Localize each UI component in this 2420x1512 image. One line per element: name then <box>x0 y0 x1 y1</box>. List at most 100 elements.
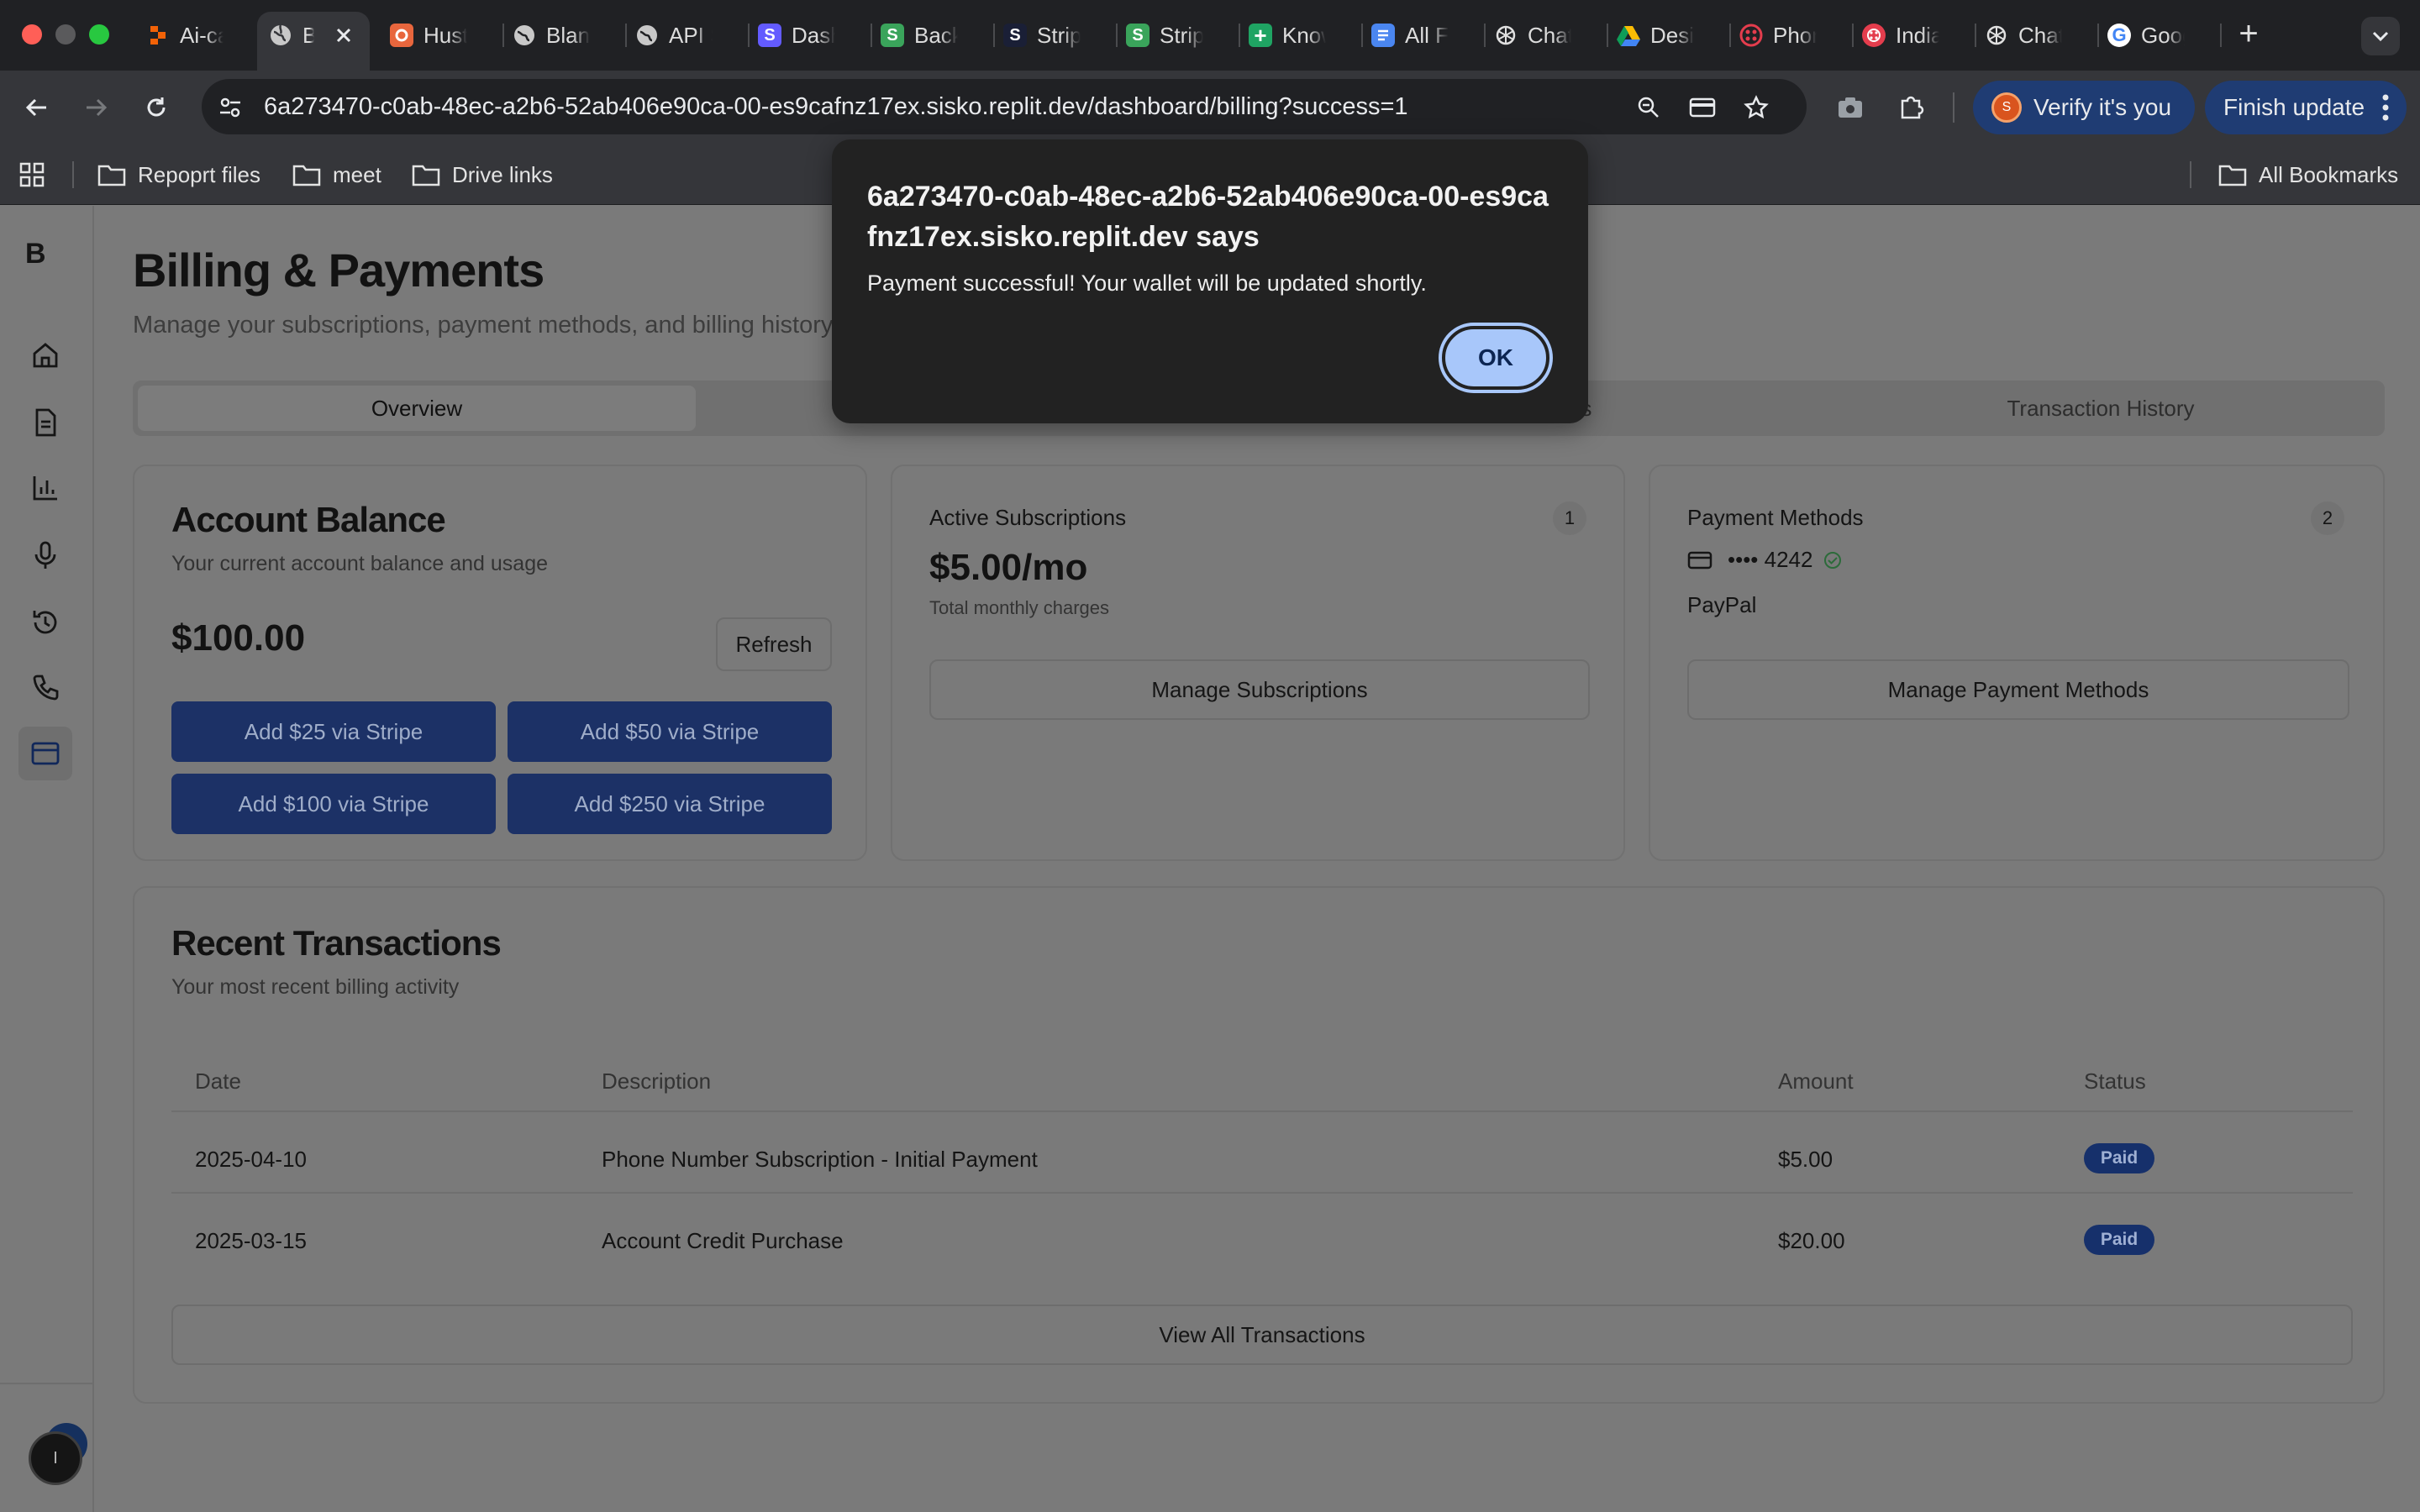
recent-transactions-subtitle: Your most recent billing activity <box>171 975 460 999</box>
tab-label: All F <box>1405 22 1449 48</box>
payment-methods-card: Payment Methods 2 •••• 4242 PayPal Manag… <box>1649 465 2385 861</box>
view-all-transactions-button[interactable]: View All Transactions <box>171 1305 2353 1365</box>
back-arrow-icon <box>25 98 46 117</box>
subscriptions-count-badge: 1 <box>1553 501 1586 535</box>
browser-tab[interactable]: All F <box>1360 12 1486 59</box>
ok-button[interactable]: OK <box>1439 323 1553 393</box>
manage-subscriptions-button[interactable]: Manage Subscriptions <box>929 659 1590 720</box>
drive-icon <box>1617 24 1640 47</box>
reload-button[interactable] <box>138 89 175 126</box>
monthly-amount: $5.00/mo <box>929 547 1088 588</box>
column-header-status: Status <box>2084 1068 2146 1094</box>
url-text[interactable]: 6a273470-c0ab-48ec-a2b6-52ab406e90ca-00-… <box>264 93 1408 121</box>
extensions-button[interactable] <box>1892 89 1929 126</box>
bookmark-folder[interactable]: Drive links <box>412 160 553 190</box>
manage-payment-methods-button[interactable]: Manage Payment Methods <box>1687 659 2349 720</box>
browser-tab[interactable]: Blanc <box>501 12 627 59</box>
tab-label: Goog <box>2141 22 2185 48</box>
bookmark-folder[interactable]: meet <box>292 160 381 190</box>
home-icon <box>33 343 58 368</box>
row-description: Phone Number Subscription - Initial Paym… <box>602 1147 1038 1172</box>
user-avatar[interactable]: I <box>29 1423 87 1485</box>
browser-tab[interactable]: S Dash <box>746 12 872 59</box>
browser-toolbar: 6a273470-c0ab-48ec-a2b6-52ab406e90ca-00-… <box>0 71 2420 144</box>
add-250-button[interactable]: Add $250 via Stripe <box>508 774 832 834</box>
paypal-method: PayPal <box>1687 592 1757 617</box>
sidebar-item-history[interactable] <box>25 602 66 643</box>
browser-tab-active[interactable]: B <box>257 12 370 71</box>
row-date: 2025-04-10 <box>195 1147 307 1172</box>
reload-icon <box>147 97 166 117</box>
address-bar[interactable]: 6a273470-c0ab-48ec-a2b6-52ab406e90ca-00-… <box>202 79 1807 134</box>
bookmark-folder[interactable]: Repoprt files <box>97 160 260 190</box>
browser-tab[interactable]: S Strip <box>1114 12 1240 59</box>
sidebar-item-voice[interactable] <box>25 535 66 575</box>
chevron-down-icon <box>2372 31 2389 42</box>
forward-button[interactable] <box>77 89 114 126</box>
hustle-icon <box>390 24 413 47</box>
camera-icon <box>1839 97 1862 118</box>
docs-icon <box>1371 24 1395 47</box>
tab-label: Strip <box>1160 22 1203 48</box>
all-bookmarks-button[interactable]: All Bookmarks <box>2218 160 2398 190</box>
dialog-message: Payment successful! Your wallet will be … <box>867 270 1427 296</box>
browser-tab[interactable]: S Strip <box>992 12 1118 59</box>
tab-label: B <box>302 22 314 48</box>
browser-tab[interactable]: Phon <box>1728 12 1854 59</box>
back-button[interactable] <box>18 89 55 126</box>
tab-label: Phon <box>1773 22 1817 48</box>
zoom-icon[interactable] <box>1632 91 1665 124</box>
browser-tab[interactable]: G Goog <box>2096 12 2222 59</box>
folder-icon <box>97 165 126 186</box>
close-tab-icon[interactable] <box>334 26 353 45</box>
more-menu-icon <box>2382 94 2389 121</box>
apps-grid-button[interactable] <box>18 160 45 190</box>
sidebar-item-calls[interactable] <box>25 668 66 708</box>
microphone-icon <box>34 541 56 569</box>
sidebar-item-billing[interactable] <box>18 727 72 780</box>
browser-tab[interactable]: + Know <box>1237 12 1363 59</box>
openai-icon <box>1985 24 2008 47</box>
refresh-button[interactable]: Refresh <box>716 617 832 671</box>
screenshot-button[interactable] <box>1832 89 1869 126</box>
sidebar-item-documents[interactable] <box>25 402 66 443</box>
tab-label: Ai-ca <box>180 22 224 48</box>
tab-transaction-history[interactable]: Transaction History <box>1822 386 2380 431</box>
globe-icon <box>513 24 536 47</box>
browser-tab[interactable]: Chat <box>1482 12 1608 59</box>
browser-tab[interactable]: India <box>1850 12 1976 59</box>
browser-tab[interactable]: Hust <box>378 12 504 59</box>
column-header-amount: Amount <box>1778 1068 1854 1094</box>
zoom-window-button[interactable] <box>89 24 109 45</box>
row-description: Account Credit Purchase <box>602 1228 844 1253</box>
finish-update-button[interactable]: Finish update <box>2205 81 2407 134</box>
browser-tab[interactable]: API S <box>623 12 750 59</box>
tab-overview[interactable]: Overview <box>138 386 696 431</box>
add-50-button[interactable]: Add $50 via Stripe <box>508 701 832 762</box>
browser-tab[interactable]: Ai-ca <box>134 12 260 59</box>
payment-card-icon[interactable] <box>1686 91 1719 124</box>
add-100-button[interactable]: Add $100 via Stripe <box>171 774 496 834</box>
account-balance-card: Account Balance Your current account bal… <box>133 465 867 861</box>
sidebar-item-analytics[interactable] <box>25 468 66 508</box>
replit-icon <box>146 24 170 47</box>
browser-tab[interactable]: S Back <box>869 12 995 59</box>
status-badge: Paid <box>2084 1143 2154 1173</box>
dialog-title: 6a273470-c0ab-48ec-a2b6-52ab406e90ca-00-… <box>867 181 1549 253</box>
browser-tab[interactable]: Desi <box>1605 12 1731 59</box>
add-25-button[interactable]: Add $25 via Stripe <box>171 701 496 762</box>
browser-tab[interactable]: Chat <box>1973 12 2099 59</box>
sheets-s-icon: S <box>881 24 904 47</box>
sidebar-item-home[interactable] <box>25 335 66 375</box>
tab-label: Chat <box>1528 22 1571 48</box>
minimize-window-button[interactable] <box>55 24 76 45</box>
verify-identity-button[interactable]: S Verify it's you <box>1973 81 2195 134</box>
tab-search-button[interactable] <box>2361 17 2400 55</box>
bookmark-star-icon[interactable] <box>1739 91 1773 124</box>
column-header-description: Description <box>602 1068 712 1094</box>
twilio-icon <box>1739 24 1763 47</box>
site-settings-icon[interactable] <box>213 91 247 124</box>
close-window-button[interactable] <box>22 24 42 45</box>
new-tab-button[interactable]: + <box>2232 17 2265 50</box>
tab-label: Know <box>1282 22 1326 48</box>
